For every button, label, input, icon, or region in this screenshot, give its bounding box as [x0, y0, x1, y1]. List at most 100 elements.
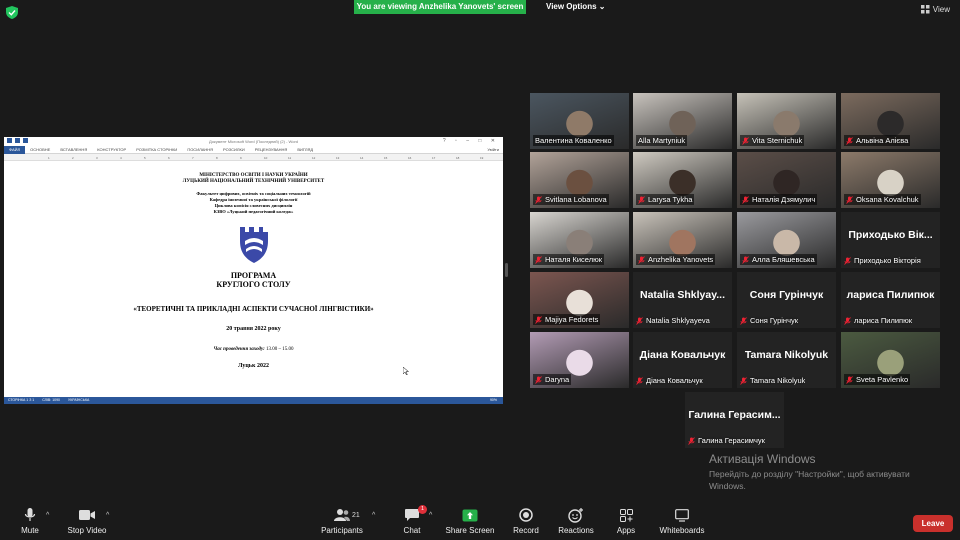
stop-video-button[interactable]: Stop Video [57, 506, 117, 535]
document-page: МІНІСТЕРСТВО ОСВІТИ І НАУКИ УКРАЇНИ ЛУЦЬ… [4, 163, 503, 397]
participant-name: Natalia Shklyayeva [646, 316, 710, 325]
participant-tile[interactable]: Галина Герасим... Галина Герасимчук [685, 392, 784, 448]
doc-date: 20 травня 2022 року [226, 326, 281, 332]
participant-name-label: Oksana Kovalchuk [844, 194, 921, 205]
participant-tile[interactable]: Majiya Fedorets [530, 272, 629, 328]
participant-name: лариса Пилипюк [854, 316, 913, 325]
share-screen-button[interactable]: Share Screen [440, 506, 500, 535]
whiteboards-button[interactable]: Whiteboards [652, 506, 712, 535]
participant-name-label: лариса Пилипюк [844, 316, 912, 325]
view-button[interactable]: View [920, 5, 950, 14]
meeting-toolbar: Mute ^ Stop Video ^ Participants ^ 1 Cha… [0, 505, 960, 540]
participant-tile[interactable]: Tamara Nikolyuk Tamara Nikolyuk [737, 332, 836, 388]
participant-tile[interactable]: Алла Бляшевська [737, 212, 836, 268]
participant-tile[interactable]: Anzhelika Yanovets [633, 212, 732, 268]
participant-tile[interactable]: Валентина Коваленко [530, 93, 629, 149]
participant-name-label: Діана Ковальчук [636, 376, 703, 385]
apps-button[interactable]: Apps [596, 506, 656, 535]
participant-tile[interactable]: Наталія Дзямулич [737, 152, 836, 208]
participant-name: Sveta Pavlenko [856, 375, 909, 384]
participant-name: Діана Ковальчук [646, 376, 703, 385]
participant-tile[interactable]: Діана Ковальчук Діана Ковальчук [633, 332, 732, 388]
ribbon-tab-review: РЕЦЕНЗУВАННЯ [254, 147, 288, 152]
mute-options-caret-icon[interactable]: ^ [46, 512, 49, 519]
ruler-tick: 10 [264, 156, 268, 160]
participant-tile[interactable]: Alla Martyniuk [633, 93, 732, 149]
participant-name: Галина Герасимчук [698, 436, 765, 445]
ruler-tick: 3 [96, 156, 98, 160]
participant-name: Наталія Дзямулич [752, 195, 816, 204]
participant-tile[interactable]: Альвіна Алієва [841, 93, 940, 149]
doc-commission: Циклова комісія словесних дисциплін [214, 203, 293, 208]
ribbon-tab-view: ВИГЛЯД [297, 147, 314, 152]
ruler-tick: 9 [240, 156, 242, 160]
participant-name: Majiya Fedorets [545, 315, 599, 324]
participant-display-name: Галина Герасим... [688, 409, 781, 421]
apps-icon [619, 508, 633, 522]
ruler-tick: 2 [72, 156, 74, 160]
participant-display-name: Приходько Вік... [848, 229, 933, 241]
participant-tile[interactable]: Sveta Pavlenko [841, 332, 940, 388]
ribbon-tab-home: ОСНОВНЕ [30, 147, 51, 152]
participants-count: 21 [352, 512, 360, 519]
muted-microphone-icon [688, 436, 695, 445]
participant-name: Валентина Коваленко [535, 136, 612, 145]
participant-name-label: Majiya Fedorets [533, 314, 601, 325]
muted-microphone-icon [740, 376, 747, 385]
participant-name: Наталя Киселюк [545, 255, 602, 264]
chat-button[interactable]: 1 Chat [382, 505, 442, 535]
participants-button[interactable]: Participants [312, 506, 372, 535]
quick-access-toolbar [7, 138, 28, 143]
participant-tile[interactable]: Наталя Киселюк [530, 212, 629, 268]
participant-tile[interactable]: Natalia Shklyay... Natalia Shklyayeva [633, 272, 732, 328]
participant-name-label: Anzhelika Yanovets [636, 254, 716, 265]
ribbon-tab-file: ФАЙЛ [4, 145, 26, 154]
participant-tile[interactable]: Vita Sternichuk [737, 93, 836, 149]
participant-tile[interactable]: Daryna [530, 332, 629, 388]
view-options-menu[interactable]: View Options ⌄ [540, 0, 611, 14]
mouse-cursor-icon [403, 367, 409, 375]
view-label: View [932, 5, 950, 14]
participant-name-label: Соня Гурінчук [740, 316, 798, 325]
participant-tile[interactable]: Oksana Kovalchuk [841, 152, 940, 208]
muted-microphone-icon [636, 316, 643, 325]
participant-name-label: Альвіна Алієва [844, 135, 911, 146]
ruler-tick: 5 [144, 156, 146, 160]
muted-microphone-icon [740, 316, 747, 325]
mute-label: Mute [21, 526, 39, 535]
chat-unread-badge: 1 [418, 505, 427, 514]
participant-name: Larysa Tykha [648, 195, 693, 204]
reactions-label: Reactions [558, 526, 594, 535]
split-view-handle[interactable] [505, 263, 508, 277]
muted-microphone-icon [844, 256, 851, 265]
security-shield-icon[interactable] [6, 6, 18, 19]
participant-display-name: Natalia Shklyay... [639, 289, 725, 301]
doc-round-table: КРУГЛОГО СТОЛУ [216, 280, 291, 289]
windows-activation-text: Перейдіть до розділу "Настройки", щоб ак… [709, 469, 910, 491]
doc-time-label: Час проведення заходу: [213, 347, 265, 352]
participant-tile[interactable]: лариса Пилипюк лариса Пилипюк [841, 272, 940, 328]
participant-tile[interactable]: Svitlana Lobanova [530, 152, 629, 208]
ribbon-tab-insert: ВСТАВЛЕННЯ [60, 147, 88, 152]
participant-tile[interactable]: Соня Гурінчук Соня Гурінчук [737, 272, 836, 328]
mute-button[interactable]: Mute [0, 506, 60, 535]
muted-microphone-icon [535, 195, 542, 204]
leave-button[interactable]: Leave [913, 515, 953, 532]
ruler-tick: 8 [216, 156, 218, 160]
doc-theme: «ТЕОРЕТИЧНІ ТА ПРИКЛАДНІ АСПЕКТИ СУЧАСНО… [133, 305, 374, 313]
participant-name-label: Daryna [533, 374, 572, 385]
participant-name-label: Галина Герасимчук [688, 436, 765, 445]
video-options-caret-icon[interactable]: ^ [106, 512, 109, 519]
whiteboards-label: Whiteboards [659, 526, 705, 535]
word-ribbon-tabs: ФАЙЛ ОСНОВНЕ ВСТАВЛЕННЯ КОНСТРУКТОР РОЗМ… [4, 145, 503, 154]
ruler-tick: 14 [360, 156, 364, 160]
shared-screen-document[interactable]: Документ Microsoft Word (Последний) (2) … [4, 137, 503, 404]
participant-tile[interactable]: Приходько Вік... Приходько Вікторія [841, 212, 940, 268]
participants-caret-icon[interactable]: ^ [372, 512, 375, 519]
muted-microphone-icon [535, 315, 542, 324]
chat-caret-icon[interactable]: ^ [429, 512, 432, 519]
status-language: УКРАЇНСЬКА [68, 398, 90, 402]
video-camera-icon [79, 510, 95, 520]
ruler-tick: 18 [456, 156, 460, 160]
participant-tile[interactable]: Larysa Tykha [633, 152, 732, 208]
